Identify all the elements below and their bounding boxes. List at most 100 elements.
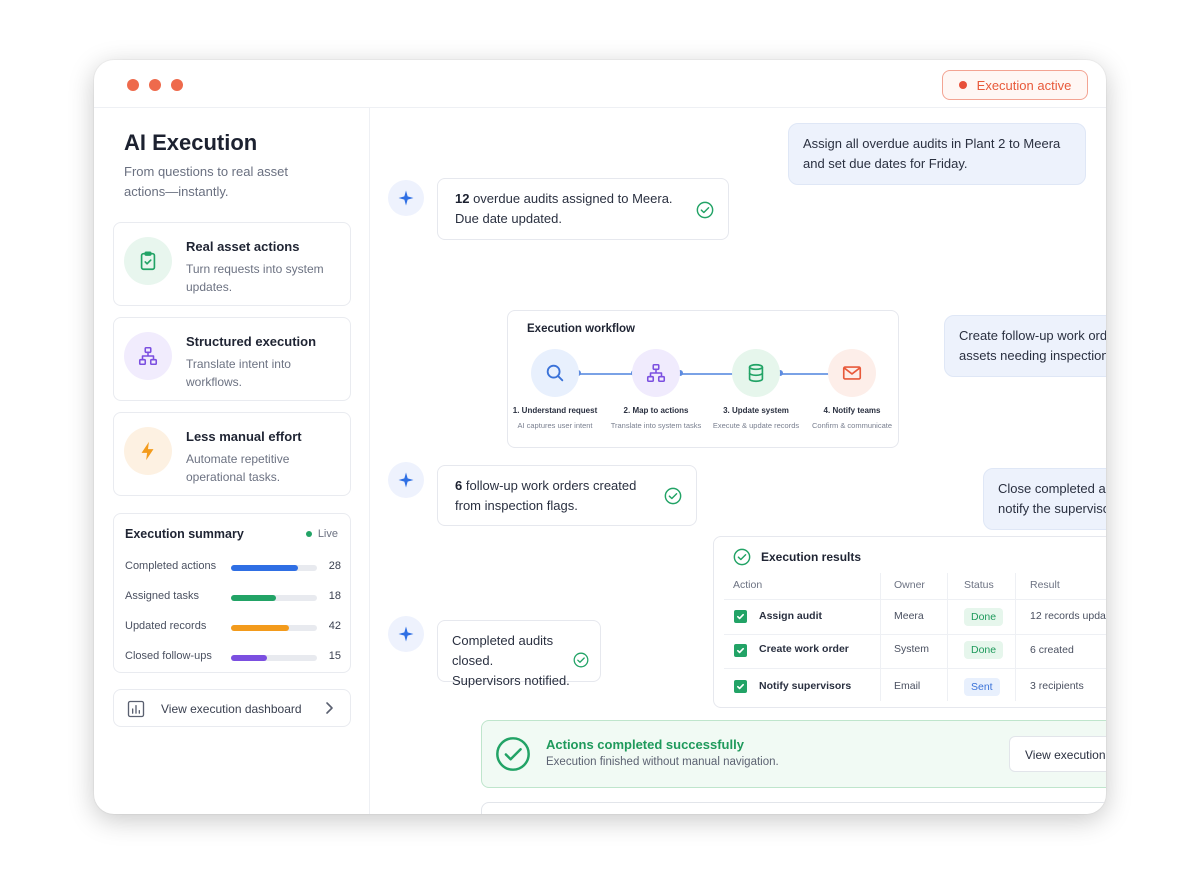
sidebar: AI Execution From questions to real asse… (94, 108, 370, 814)
live-dot-icon (305, 531, 312, 537)
row-divider (724, 634, 1106, 635)
ai-response-message: 6 follow-up work orders created from ins… (437, 465, 697, 526)
database-icon (732, 349, 780, 397)
column-header-owner: Owner (894, 579, 925, 591)
result-action: Assign audit (759, 610, 823, 622)
feature-card-less-manual-effort: Less manual effort Automate repetitive o… (113, 412, 351, 496)
feature-card-structured-execution: Structured execution Translate intent in… (113, 317, 351, 401)
summary-label: Completed actions (125, 560, 217, 572)
summary-progress-track (231, 565, 317, 571)
column-header-status: Status (964, 579, 994, 591)
check-circle-icon (696, 201, 714, 225)
summary-label: Closed follow-ups (125, 650, 212, 662)
summary-label: Assigned tasks (125, 590, 199, 602)
view-execution-dashboard-link[interactable]: View execution dashboard (113, 689, 351, 727)
summary-row: Updated records 42 (125, 620, 341, 636)
success-check-icon (494, 735, 532, 778)
window-minimize-dot[interactable] (149, 79, 161, 91)
window-maximize-dot[interactable] (171, 79, 183, 91)
execution-results-card: Execution results Action Owner Status Re… (713, 536, 1106, 708)
check-circle-icon (664, 487, 682, 511)
summary-row: Assigned tasks 18 (125, 590, 341, 606)
summary-progress-track (231, 655, 317, 661)
column-divider (1015, 573, 1016, 701)
live-indicator: Live (305, 528, 338, 540)
status-badge: Done (964, 608, 1004, 626)
feature-desc: Turn requests into system updates. (186, 262, 324, 294)
success-title: Actions completed successfully (546, 737, 744, 752)
column-header-result: Result (1030, 579, 1060, 591)
summary-progress-fill (231, 625, 290, 631)
user-message: Assign all overdue audits in Plant 2 to … (788, 123, 1086, 185)
workflow-step-desc: Confirm & communicate (811, 421, 893, 430)
summary-label: Updated records (125, 620, 207, 632)
chat-composer (481, 802, 1106, 814)
workflow-title: Execution workflow (527, 323, 635, 335)
ai-response-text: follow-up work orders created (462, 478, 637, 493)
summary-row: Completed actions 28 (125, 560, 341, 576)
ai-response-text: overdue audits assigned to Meera. (469, 191, 673, 206)
result-owner: Email (894, 680, 921, 692)
result-action: Notify supervisors (759, 680, 852, 692)
row-checkbox[interactable] (734, 644, 747, 657)
ai-response-text: from inspection flags. (455, 498, 578, 513)
summary-progress-fill (231, 595, 276, 601)
status-badge: Sent (964, 678, 1000, 696)
workflow-step-label: 4. Notify teams (823, 406, 881, 415)
title-bar: Execution active (94, 60, 1106, 108)
clipboard-check-icon (124, 237, 172, 285)
live-label: Live (317, 528, 338, 540)
success-banner: Actions completed successfully Execution… (481, 720, 1106, 788)
window-close-dot[interactable] (127, 79, 139, 91)
summary-progress-fill (231, 655, 268, 661)
workflow-step-desc: Execute & update records (712, 421, 800, 430)
results-title: Execution results (761, 550, 862, 564)
chevron-right-icon (322, 700, 336, 721)
workflow-step-desc: AI captures user intent (517, 421, 593, 430)
hierarchy-icon (632, 349, 680, 397)
result-action: Create work order (759, 643, 849, 655)
ai-response-text: Supervisors notified. (452, 673, 570, 688)
ai-response-message: 12 overdue audits assigned to Meera. Due… (437, 178, 729, 240)
row-checkbox[interactable] (734, 680, 747, 693)
dashboard-link-label: View execution dashboard (161, 702, 302, 716)
ai-response-text: Completed audits closed. (452, 633, 554, 668)
execution-summary-card: Execution summary Live Completed actions… (113, 513, 351, 673)
status-dot-icon (958, 81, 967, 89)
chat-area: Assign all overdue audits in Plant 2 to … (370, 108, 1106, 814)
success-subtitle: Execution finished without manual naviga… (546, 756, 779, 768)
workflow-connector (780, 373, 832, 375)
feature-desc: Automate repetitive operational tasks. (186, 452, 290, 484)
summary-value: 42 (328, 620, 341, 632)
app-window: Execution active AI Execution From quest… (94, 60, 1106, 814)
summary-row: Closed follow-ups 15 (125, 650, 341, 666)
status-badge: Done (964, 641, 1004, 659)
search-icon (531, 349, 579, 397)
check-circle-icon (733, 548, 751, 571)
result-value: 12 records updated (1030, 610, 1106, 622)
user-message: Create follow-up work orders for assets … (944, 315, 1106, 377)
workflow-connector (680, 373, 734, 375)
result-value: 6 created (1030, 644, 1074, 656)
row-checkbox[interactable] (734, 610, 747, 623)
summary-title: Execution summary (125, 527, 244, 541)
row-divider (724, 599, 1106, 600)
view-execution-log-button[interactable]: View execution log (1009, 736, 1106, 772)
result-owner: System (894, 643, 930, 655)
feature-desc: Translate intent into workflows. (186, 357, 291, 389)
page-title: AI Execution (124, 130, 258, 155)
hierarchy-icon (124, 332, 172, 380)
ai-sparkle-icon (388, 462, 424, 498)
workflow-step-label: 1. Understand request (512, 406, 598, 415)
workflow-step-desc: Translate into system tasks (610, 421, 702, 430)
page-subtitle: From questions to real asset actions—ins… (124, 164, 289, 199)
summary-progress-track (231, 595, 317, 601)
execution-status-badge: Execution active (942, 70, 1088, 100)
execution-workflow-card: Execution workflow 1. Understand request… (507, 310, 899, 448)
lightning-icon (124, 427, 172, 475)
ai-response-message: Completed audits closed. Supervisors not… (437, 620, 601, 688)
result-value: 3 recipients (1030, 680, 1084, 692)
column-divider (880, 573, 881, 701)
column-header-action: Action (733, 579, 763, 591)
summary-value: 15 (328, 650, 341, 662)
